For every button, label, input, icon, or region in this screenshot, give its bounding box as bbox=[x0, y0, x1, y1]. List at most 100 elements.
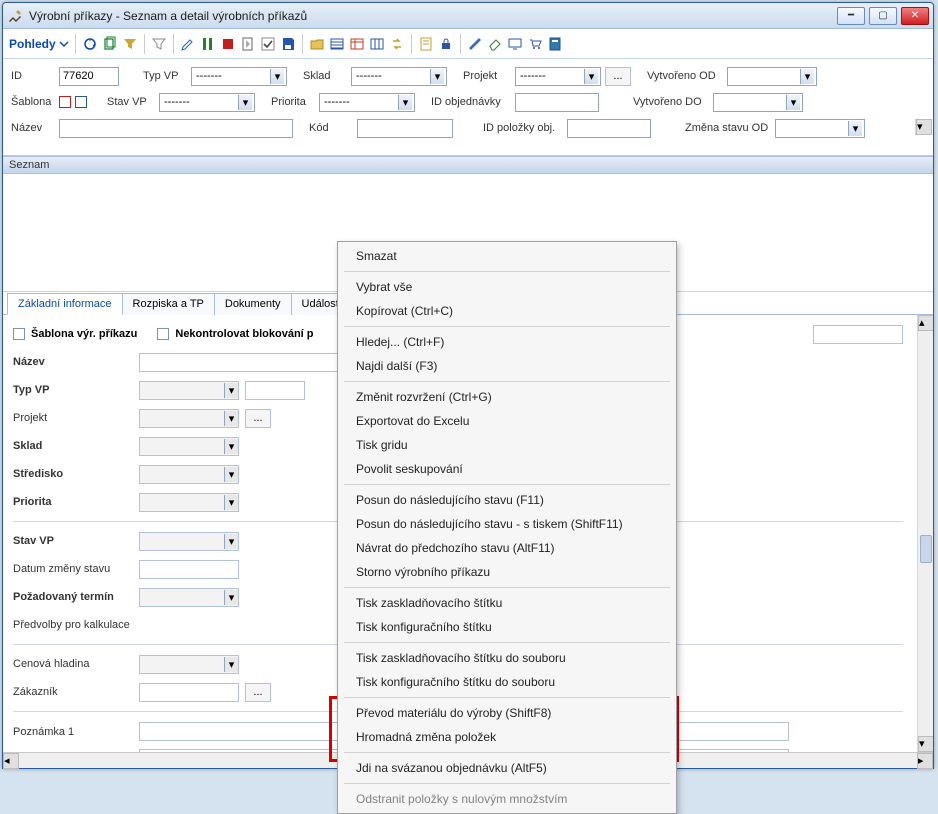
grid1-icon[interactable] bbox=[329, 36, 345, 52]
nekontrolovat-checkbox[interactable] bbox=[157, 328, 169, 340]
lock-icon[interactable] bbox=[438, 36, 454, 52]
ctx-posun-nasled-tisk[interactable]: Posun do následujícího stavu - s tiskem … bbox=[338, 512, 676, 536]
grid3-icon[interactable] bbox=[369, 36, 385, 52]
scroll-down-button[interactable]: ▾ bbox=[918, 736, 933, 752]
sklad-field[interactable]: ▾ bbox=[139, 437, 239, 456]
chevron-down-icon: ▾ bbox=[270, 69, 284, 84]
nazev-input[interactable] bbox=[59, 119, 293, 138]
stredisko-field[interactable]: ▾ bbox=[139, 465, 239, 484]
aux-input[interactable] bbox=[813, 325, 903, 344]
ctx-storno[interactable]: Storno výrobního příkazu bbox=[338, 560, 676, 584]
typvp-aux[interactable] bbox=[245, 381, 305, 400]
ctx-navrat-predch[interactable]: Návrat do předchozího stavu (AltF11) bbox=[338, 536, 676, 560]
stavvp-field[interactable]: ▾ bbox=[139, 532, 239, 551]
refresh-icon[interactable] bbox=[82, 36, 98, 52]
stavvp-label: Stav VP bbox=[107, 96, 155, 108]
priorita-combo[interactable]: -------▾ bbox=[319, 93, 415, 112]
tab-rozpiska[interactable]: Rozpiska a TP bbox=[122, 293, 215, 315]
projekt-field[interactable]: ▾ bbox=[139, 409, 239, 428]
pozterm-field[interactable]: ▾ bbox=[139, 588, 239, 607]
kod-input[interactable] bbox=[357, 119, 453, 138]
new-icon[interactable] bbox=[240, 36, 256, 52]
detail-scrollbar[interactable]: ▴ ▾ bbox=[917, 315, 933, 752]
tab-zakladni-informace[interactable]: Základní informace bbox=[7, 293, 123, 315]
idobj-input[interactable] bbox=[515, 93, 599, 112]
ctx-odstranit-nulove[interactable]: Odstranit položky s nulovým množstvím bbox=[338, 787, 676, 811]
scroll-up-button[interactable]: ▴ bbox=[918, 315, 933, 331]
ctx-hromadna-zmena[interactable]: Hromadná změna položek bbox=[338, 725, 676, 749]
ctx-kopirovat[interactable]: Kopírovat (Ctrl+C) bbox=[338, 299, 676, 323]
ctx-jdi-na-objednavku[interactable]: Jdi na svázanou objednávku (AltF5) bbox=[338, 756, 676, 780]
minimize-button[interactable]: ━ bbox=[837, 7, 865, 25]
cart-icon[interactable] bbox=[527, 36, 543, 52]
screen-icon[interactable] bbox=[507, 36, 523, 52]
filter-icon[interactable] bbox=[122, 36, 138, 52]
datumzm-field[interactable] bbox=[139, 560, 239, 579]
tab-dokumenty[interactable]: Dokumenty bbox=[214, 293, 292, 315]
views-menu[interactable]: Pohledy bbox=[9, 37, 69, 51]
vytvorenodo-combo[interactable]: ▾ bbox=[713, 93, 803, 112]
ctx-tisk-zasklad-soubor[interactable]: Tisk zaskladňovacího štítku do souboru bbox=[338, 646, 676, 670]
sablona-checkbox-2[interactable] bbox=[75, 96, 87, 108]
ctx-export-excel[interactable]: Exportovat do Excelu bbox=[338, 409, 676, 433]
ruler-icon[interactable] bbox=[467, 36, 483, 52]
note-icon[interactable] bbox=[418, 36, 434, 52]
chevron-down-icon bbox=[59, 39, 69, 49]
zmena-label: Změna stavu OD bbox=[685, 122, 771, 134]
scroll-left-button[interactable]: ◂ bbox=[3, 753, 19, 769]
copy-icon[interactable] bbox=[102, 36, 118, 52]
chevron-down-icon: ▾ bbox=[800, 69, 814, 84]
zmenastavu-combo[interactable]: ▾ bbox=[775, 119, 865, 138]
edit-icon[interactable] bbox=[180, 36, 196, 52]
folder-open-icon[interactable] bbox=[309, 36, 325, 52]
idpol-input[interactable] bbox=[567, 119, 651, 138]
save-icon[interactable] bbox=[280, 36, 296, 52]
sablona-prikazu-checkbox[interactable] bbox=[13, 328, 25, 340]
zakaznik-field[interactable] bbox=[139, 683, 239, 702]
ctx-tisk-konfig[interactable]: Tisk konfiguračního štítku bbox=[338, 615, 676, 639]
projekt-label: Projekt bbox=[13, 412, 133, 424]
typvp-label: Typ VP bbox=[13, 384, 133, 396]
ctx-najdi-dalsi[interactable]: Najdi další (F3) bbox=[338, 354, 676, 378]
grid2-icon[interactable] bbox=[349, 36, 365, 52]
vytvorenood-combo[interactable]: ▾ bbox=[727, 67, 817, 86]
typvp-combo[interactable]: -------▾ bbox=[191, 67, 287, 86]
check-icon[interactable] bbox=[260, 36, 276, 52]
projekt-browse-button[interactable]: ... bbox=[605, 67, 631, 86]
ctx-hledej[interactable]: Hledej... (Ctrl+F) bbox=[338, 330, 676, 354]
scroll-thumb[interactable] bbox=[920, 535, 932, 563]
ctx-tisk-konfig-soubor[interactable]: Tisk konfiguračního štítku do souboru bbox=[338, 670, 676, 694]
column-icon[interactable] bbox=[200, 36, 216, 52]
close-button[interactable]: ✕ bbox=[901, 7, 929, 25]
ctx-prevod-do-vyroby[interactable]: Převod materiálu do výroby (ShiftF8) bbox=[338, 701, 676, 725]
stavvp-combo[interactable]: -------▾ bbox=[159, 93, 255, 112]
filter-scrollbar[interactable]: ▴ ▾ bbox=[915, 119, 931, 135]
cenhlad-field[interactable]: ▾ bbox=[139, 655, 239, 674]
projekt-combo[interactable]: -------▾ bbox=[515, 67, 601, 86]
ctx-povolit-seskup[interactable]: Povolit seskupování bbox=[338, 457, 676, 481]
ctx-posun-nasled[interactable]: Posun do následujícího stavu (F11) bbox=[338, 488, 676, 512]
sablona-checkbox-1[interactable] bbox=[59, 96, 71, 108]
report-icon[interactable] bbox=[547, 36, 563, 52]
priorita-field[interactable]: ▾ bbox=[139, 493, 239, 512]
eraser-icon[interactable] bbox=[487, 36, 503, 52]
scroll-down-button[interactable]: ▾ bbox=[916, 119, 932, 135]
context-menu: Smazat Vybrat vše Kopírovat (Ctrl+C) Hle… bbox=[337, 241, 677, 814]
ctx-smazat[interactable]: Smazat bbox=[338, 244, 676, 268]
ctx-zmenit-rozvrzeni[interactable]: Změnit rozvržení (Ctrl+G) bbox=[338, 385, 676, 409]
ctx-tisk-zasklad[interactable]: Tisk zaskladňovacího štítku bbox=[338, 591, 676, 615]
scroll-right-button[interactable]: ▸ bbox=[917, 753, 933, 769]
ctx-tisk-gridu[interactable]: Tisk gridu bbox=[338, 433, 676, 457]
stop-icon[interactable] bbox=[220, 36, 236, 52]
chevron-down-icon: ▾ bbox=[224, 495, 238, 510]
swap-icon[interactable] bbox=[389, 36, 405, 52]
id-input[interactable] bbox=[59, 67, 119, 86]
typvp-field[interactable]: ▾ bbox=[139, 381, 239, 400]
sklad-combo[interactable]: -------▾ bbox=[351, 67, 447, 86]
zakaznik-browse[interactable]: ... bbox=[245, 683, 271, 702]
funnel-icon[interactable] bbox=[151, 36, 167, 52]
projekt-browse[interactable]: ... bbox=[245, 409, 271, 428]
ctx-vybrat-vse[interactable]: Vybrat vše bbox=[338, 275, 676, 299]
maximize-button[interactable]: ▢ bbox=[869, 7, 897, 25]
chevron-down-icon: ▾ bbox=[398, 95, 412, 110]
